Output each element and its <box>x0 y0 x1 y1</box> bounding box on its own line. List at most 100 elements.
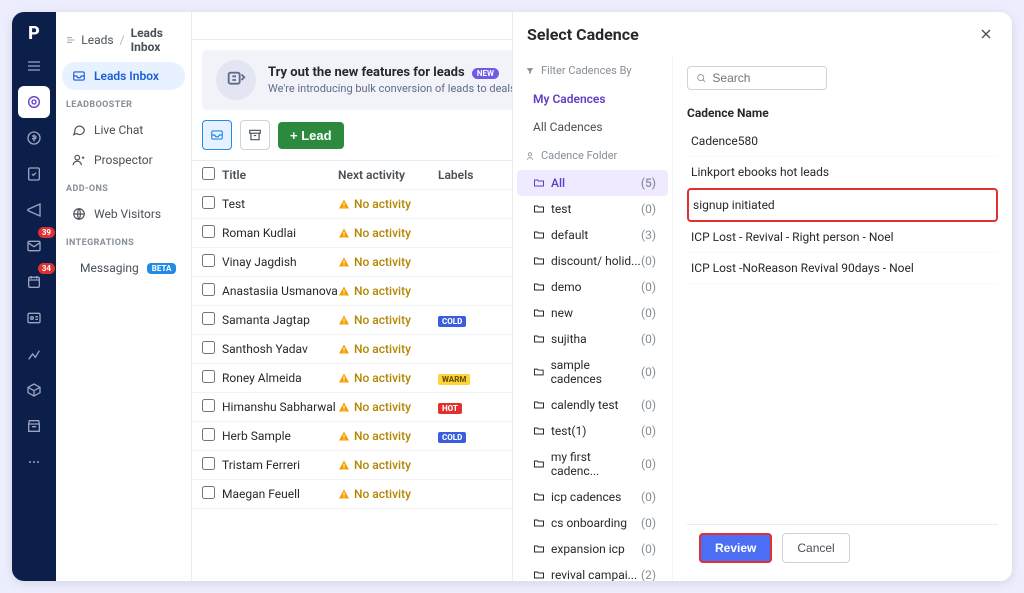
rail-menu[interactable] <box>18 50 50 82</box>
rail-money[interactable] <box>18 122 50 154</box>
sidebar-item-messaging[interactable]: MessagingBETA <box>62 254 185 282</box>
activity-text: No activity <box>354 255 411 269</box>
row-checkbox[interactable] <box>202 283 215 296</box>
lead-title: Santhosh Yadav <box>222 342 338 356</box>
col-title[interactable]: Title <box>222 168 338 182</box>
row-checkbox[interactable] <box>202 341 215 354</box>
folder-name: expansion icp <box>551 542 625 556</box>
folder-item[interactable]: cs onboarding(0) <box>517 510 668 536</box>
cadence-item[interactable]: ICP Lost -NoReason Revival 90days - Noel <box>687 253 998 284</box>
add-lead-button[interactable]: + Lead <box>278 122 344 149</box>
section-addons: ADD-ONS <box>56 176 191 198</box>
row-checkbox[interactable] <box>202 225 215 238</box>
close-icon[interactable] <box>974 22 998 46</box>
lead-title: Tristam Ferreri <box>222 458 338 472</box>
tab-my-cadences[interactable]: My Cadences <box>513 85 672 113</box>
nav-rail: P 39 34 <box>12 12 56 581</box>
rail-contacts[interactable] <box>18 302 50 334</box>
view-inbox-button[interactable] <box>202 120 232 150</box>
select-all-checkbox[interactable] <box>202 167 215 180</box>
folder-item[interactable]: my first cadenc...(0) <box>517 444 668 484</box>
cadence-item[interactable]: Cadence580 <box>687 126 998 157</box>
folder-count: (2) <box>641 568 656 581</box>
folder-item[interactable]: test (0) <box>517 196 668 222</box>
cadence-search[interactable] <box>687 66 827 90</box>
sidebar-item-leads-inbox[interactable]: Leads Inbox <box>62 62 185 90</box>
rail-check[interactable] <box>18 158 50 190</box>
col-activity[interactable]: Next activity <box>338 168 438 182</box>
row-checkbox[interactable] <box>202 399 215 412</box>
activity-text: No activity <box>354 313 411 327</box>
breadcrumb-current: Leads Inbox <box>131 26 181 54</box>
warning-icon <box>338 430 350 442</box>
activity-text: No activity <box>354 226 411 240</box>
folder-name: calendly test <box>551 398 618 412</box>
activity-text: No activity <box>354 400 411 414</box>
banner-title: Try out the new features for leads <box>268 65 465 80</box>
folder-item[interactable]: All(5) <box>517 170 668 196</box>
cadence-item[interactable]: Linkport ebooks hot leads <box>687 157 998 188</box>
col-labels[interactable]: Labels <box>438 168 498 182</box>
warning-icon <box>338 256 350 268</box>
activity-text: No activity <box>354 342 411 356</box>
lead-title: Samanta Jagtap <box>222 313 338 327</box>
sidebar-item-live-chat[interactable]: Live Chat <box>62 116 185 144</box>
warning-icon <box>338 285 350 297</box>
folder-item[interactable]: sujitha(0) <box>517 326 668 352</box>
select-cadence-modal: Select Cadence Filter Cadences By My Cad… <box>512 12 1012 581</box>
folder-item[interactable]: sample cadences(0) <box>517 352 668 392</box>
folder-count: (0) <box>641 254 656 268</box>
tab-all-cadences[interactable]: All Cadences <box>513 113 672 141</box>
rail-reports[interactable] <box>18 338 50 370</box>
folder-count: (0) <box>641 202 656 216</box>
row-checkbox[interactable] <box>202 196 215 209</box>
activity-text: No activity <box>354 487 411 501</box>
folder-icon <box>533 569 545 581</box>
cadence-item[interactable]: signup initiated <box>687 188 998 222</box>
row-checkbox[interactable] <box>202 428 215 441</box>
folder-name: discount/ holid... <box>551 254 641 268</box>
rail-box[interactable] <box>18 374 50 406</box>
sidebar-item-prospector[interactable]: Prospector <box>62 146 185 174</box>
folder-icon <box>533 307 545 319</box>
row-checkbox[interactable] <box>202 370 215 383</box>
rail-mail[interactable]: 39 <box>18 230 50 262</box>
cadence-col-header: Cadence Name <box>687 100 998 126</box>
review-button[interactable]: Review <box>699 533 772 563</box>
cancel-button[interactable]: Cancel <box>782 533 849 563</box>
lead-title: Maegan Feuell <box>222 487 338 501</box>
rail-focus[interactable] <box>18 86 50 118</box>
folder-item[interactable]: revival campai...(2) <box>517 562 668 581</box>
folder-item[interactable]: new(0) <box>517 300 668 326</box>
cadence-search-input[interactable] <box>712 71 818 85</box>
cadence-item[interactable]: ICP Lost - Revival - Right person - Noel <box>687 222 998 253</box>
rail-more[interactable] <box>18 446 50 478</box>
folder-item[interactable]: discount/ holid...(0) <box>517 248 668 274</box>
row-checkbox[interactable] <box>202 312 215 325</box>
folder-item[interactable]: calendly test (0) <box>517 392 668 418</box>
breadcrumb-root[interactable]: Leads <box>81 33 113 47</box>
rail-calendar[interactable]: 34 <box>18 266 50 298</box>
folder-icon <box>533 177 545 189</box>
rail-store[interactable] <box>18 410 50 442</box>
folder-item[interactable]: expansion icp(0) <box>517 536 668 562</box>
sidebar-item-web-visitors[interactable]: Web Visitors <box>62 200 185 228</box>
view-archive-button[interactable] <box>240 120 270 150</box>
row-checkbox[interactable] <box>202 457 215 470</box>
row-checkbox[interactable] <box>202 486 215 499</box>
new-badge: NEW <box>472 68 499 79</box>
modal-title: Select Cadence <box>527 25 639 44</box>
folder-item[interactable]: default(3) <box>517 222 668 248</box>
folder-count: (0) <box>641 280 656 294</box>
label-badge: HOT <box>438 403 462 414</box>
folder-name: test <box>551 202 571 216</box>
rail-campaign[interactable] <box>18 194 50 226</box>
folder-item[interactable]: icp cadences(0) <box>517 484 668 510</box>
banner-icon <box>216 60 256 100</box>
folder-count: (0) <box>641 398 656 412</box>
row-checkbox[interactable] <box>202 254 215 267</box>
folder-icon <box>533 543 545 555</box>
folder-item[interactable]: test(1)(0) <box>517 418 668 444</box>
folder-item[interactable]: demo(0) <box>517 274 668 300</box>
secondary-sidebar: Leads / Leads Inbox Leads Inbox LEADBOOS… <box>56 12 192 581</box>
